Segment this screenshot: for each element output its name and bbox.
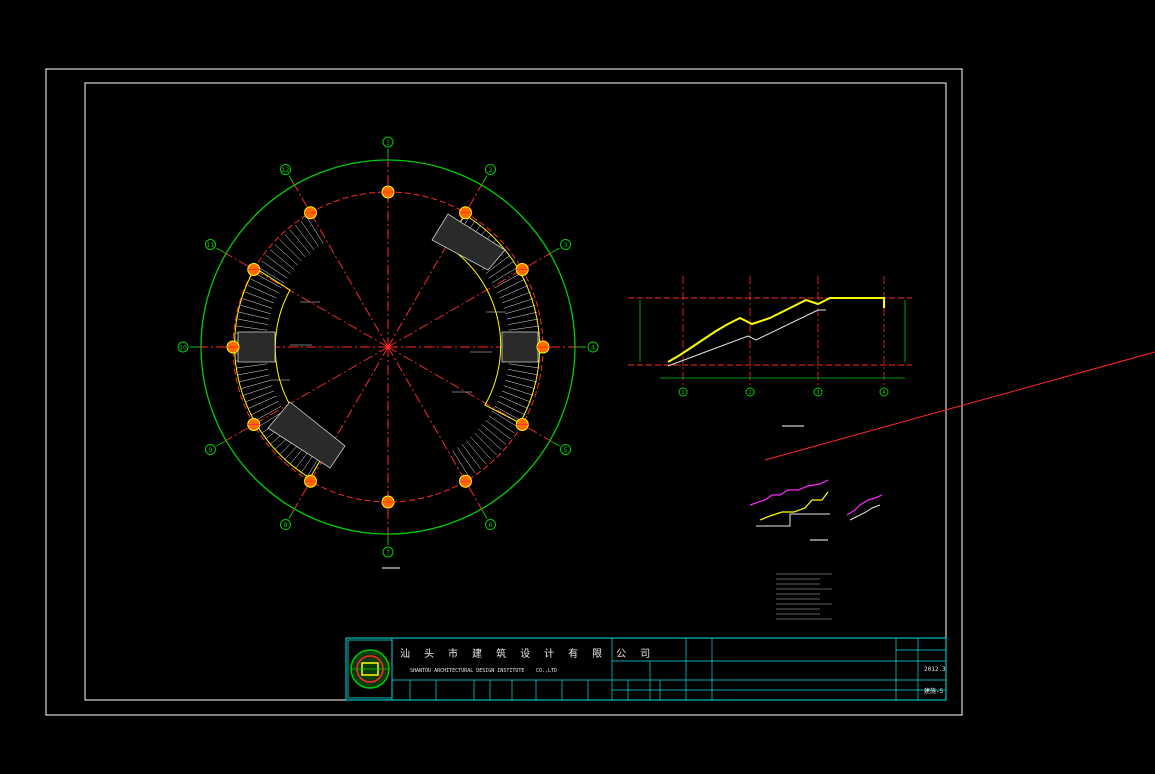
stair-tread-line	[485, 420, 511, 440]
radial-axis-extension	[288, 175, 294, 183]
company-name-en: SHANTOU ARCHITECTURAL DESIGN INSTITUTE	[410, 668, 524, 674]
stair-tread-line	[247, 285, 277, 299]
stair-tread-line	[461, 443, 481, 469]
section-axis-label: 2	[748, 390, 751, 396]
stair-tread-line	[261, 260, 288, 279]
radial-axis-extension	[288, 511, 294, 519]
cad-drawing-canvas: 123456789101112 1234 汕 头 市 建 筑 设 计 有 限 公…	[45, 68, 1155, 716]
section-axis-label: 4	[882, 390, 885, 396]
stair-tread-line	[279, 238, 302, 262]
stray-construction-line	[764, 351, 1155, 461]
grid-bubble-label: 1	[386, 140, 390, 147]
stair-tread-line	[254, 272, 282, 289]
stair-tread-line	[494, 272, 522, 289]
grid-bubble-label: 12	[282, 167, 290, 174]
stair-tread-line	[236, 325, 268, 331]
stair-tread-line	[284, 234, 306, 258]
company-name-suffix: CO.,LTD	[536, 668, 557, 674]
stair-tread-line	[501, 390, 531, 403]
stair-tread-line	[289, 229, 310, 254]
radial-axis-extension	[482, 175, 488, 183]
grid-bubble-label: 3	[564, 242, 568, 249]
grid-bubble-label: 2	[489, 167, 493, 174]
stair-tread-line	[300, 220, 319, 247]
detail-b-step-line	[846, 494, 883, 516]
stair-tread-line	[238, 374, 270, 383]
stair-tread-line	[494, 405, 522, 422]
detail-a-base	[756, 513, 830, 527]
stair-tread-line	[238, 311, 270, 320]
grid-bubble-label: 5	[564, 447, 568, 454]
stair-tread-line	[474, 432, 497, 456]
stair-tread-line	[274, 244, 298, 266]
radial-axis-extension	[216, 441, 224, 447]
stair-tread-line	[491, 410, 519, 428]
circular-plan: 123456789101112	[177, 136, 599, 569]
radial-axis-extension	[552, 441, 560, 447]
stair-tread-line	[507, 318, 539, 325]
grid-bubble-label: 7	[386, 550, 390, 557]
grid-bubble-label: 8	[284, 522, 288, 529]
stair-tread-line	[265, 254, 291, 274]
grid-bubble-label: 6	[489, 522, 493, 529]
stair-tread-line	[481, 424, 507, 445]
stair-tread-line	[247, 395, 277, 409]
stair-tread-line	[501, 291, 531, 304]
radial-axis-extension	[552, 247, 560, 253]
stair-tread-line	[269, 249, 295, 270]
stair-tread-line	[257, 266, 285, 284]
detail-a-step-line	[749, 479, 829, 506]
section-axis-label: 1	[681, 390, 684, 396]
stair-tread-line	[237, 318, 269, 325]
landing-paving-upper-right	[431, 213, 506, 271]
stair-details	[749, 479, 883, 541]
stair-tread-line	[470, 436, 492, 460]
detail-b-step-line-2	[849, 504, 881, 521]
sheet-number: 建施-5	[924, 687, 944, 695]
notes-block	[776, 573, 832, 620]
stair-tread-line	[508, 363, 540, 369]
stair-tread-line	[245, 291, 275, 304]
stair-tread-line	[507, 369, 539, 376]
company-name-cn: 汕 头 市 建 筑 设 计 有 限 公 司	[400, 647, 654, 660]
stair-tread-line	[491, 266, 519, 284]
landing-paving-right	[501, 331, 539, 363]
title-block: 汕 头 市 建 筑 设 计 有 限 公 司 SHANTOU ARCHITECTU…	[345, 637, 947, 701]
grid-bubble-label: 9	[209, 447, 213, 454]
stair-section: 1 2 3 4	[628, 276, 912, 427]
stair-tread-line	[506, 374, 538, 383]
grid-bubble-label: 4	[591, 345, 595, 352]
stair-tread-line	[499, 285, 529, 299]
stair-profile-underside	[667, 309, 826, 367]
landing-paving-left	[237, 331, 276, 363]
section-axis-label: 3	[816, 390, 819, 396]
company-logo	[347, 639, 393, 699]
stair-tread-line	[237, 369, 269, 376]
stair-tread-line	[457, 447, 476, 474]
stair-tread-line	[295, 225, 315, 251]
stair-tread-line	[245, 390, 275, 403]
radial-axis-extension	[216, 247, 224, 253]
stair-tread-line	[466, 440, 487, 465]
radial-axis-extension	[482, 511, 488, 519]
stair-tread-line	[499, 395, 529, 409]
grid-bubble-label: 11	[207, 242, 215, 249]
stair-tread-line	[506, 311, 538, 320]
radial-axis-line	[292, 182, 389, 348]
stair-tread-line	[236, 363, 268, 369]
date-value: 2012.3	[924, 666, 946, 673]
stair-tread-line	[508, 325, 540, 331]
stair-tread-line	[478, 428, 502, 450]
grid-bubble-label: 10	[179, 345, 187, 352]
